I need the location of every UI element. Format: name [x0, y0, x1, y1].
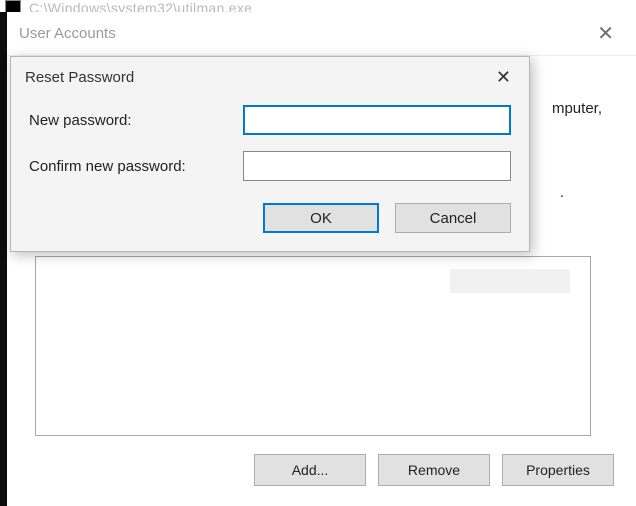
reset-password-title: Reset Password — [25, 69, 134, 86]
new-password-input[interactable] — [243, 105, 511, 135]
obscured-text-fragment: mputer, — [552, 100, 602, 117]
ok-button[interactable]: OK — [263, 203, 379, 233]
user-accounts-close-button[interactable]: ✕ — [587, 20, 624, 48]
user-accounts-button-row: Add... Remove Properties — [254, 454, 614, 486]
user-accounts-title: User Accounts — [19, 25, 116, 42]
confirm-password-input[interactable] — [243, 151, 511, 181]
new-password-row: New password: — [29, 105, 511, 135]
reset-password-titlebar: Reset Password ✕ — [11, 57, 529, 97]
remove-button[interactable]: Remove — [378, 454, 490, 486]
reset-password-button-row: OK Cancel — [29, 197, 511, 233]
users-listbox[interactable] — [35, 256, 591, 436]
confirm-password-row: Confirm new password: — [29, 151, 511, 181]
add-button-label: Add... — [292, 462, 329, 478]
remove-button-label: Remove — [408, 462, 460, 478]
reset-password-dialog: Reset Password ✕ New password: Confirm n… — [10, 56, 530, 252]
user-accounts-titlebar: User Accounts ✕ — [7, 12, 636, 56]
confirm-password-label: Confirm new password: — [29, 158, 229, 175]
cmd-window-leftedge — [0, 12, 7, 506]
obscured-text-fragment-dot: . — [560, 184, 564, 201]
cancel-button[interactable]: Cancel — [395, 203, 511, 233]
add-button[interactable]: Add... — [254, 454, 366, 486]
new-password-label: New password: — [29, 112, 229, 129]
properties-button[interactable]: Properties — [502, 454, 614, 486]
properties-button-label: Properties — [526, 462, 590, 478]
listbox-selection-ghost — [450, 269, 570, 293]
reset-password-close-button[interactable]: ✕ — [488, 64, 519, 90]
reset-password-body: New password: Confirm new password: OK C… — [11, 97, 529, 251]
